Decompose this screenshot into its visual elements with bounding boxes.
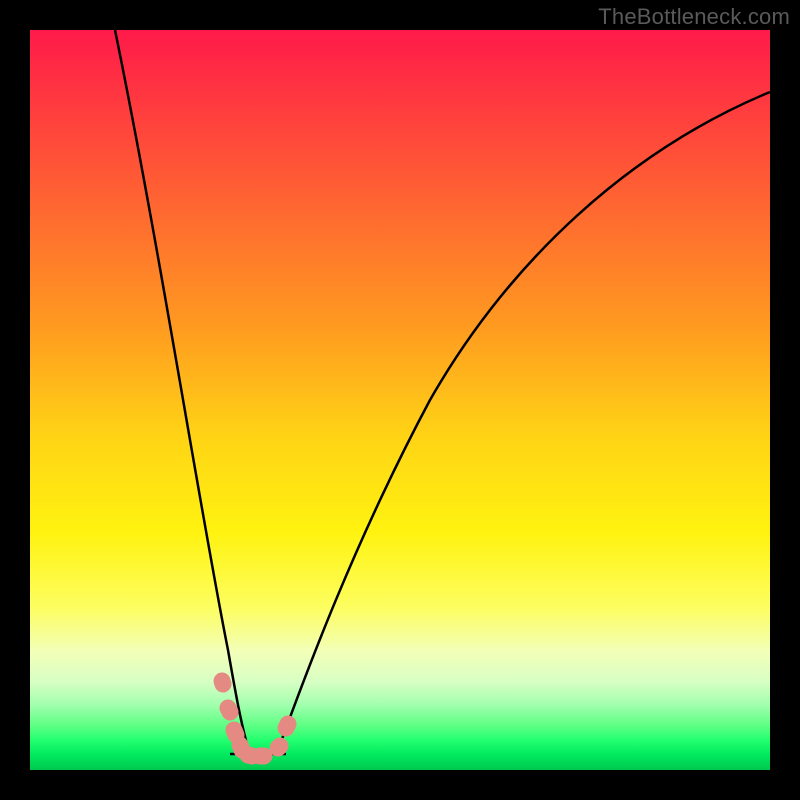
marker-dot — [278, 746, 280, 748]
marker-dot — [234, 730, 236, 735]
marker-group — [222, 681, 288, 756]
chart-overlay — [30, 30, 770, 770]
marker-dot — [228, 708, 230, 712]
watermark-text: TheBottleneck.com — [598, 4, 790, 30]
chart-frame: TheBottleneck.com — [0, 0, 800, 800]
marker-dot — [222, 681, 223, 684]
bottleneck-curve-left — [115, 30, 250, 754]
marker-dot — [286, 724, 288, 728]
bottleneck-curve-right — [278, 92, 770, 750]
curve-group — [115, 30, 770, 754]
marker-dot — [248, 755, 252, 756]
marker-dot — [240, 745, 242, 750]
